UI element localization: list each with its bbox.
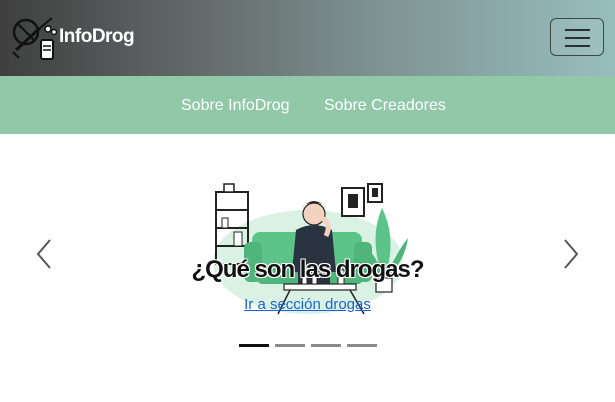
nav-links-bar: Sobre InfoDrog Sobre Creadores	[0, 76, 615, 134]
nav-link-sobre-creadores[interactable]: Sobre Creadores	[324, 97, 446, 115]
drug-pills-syringe-icon[interactable]	[10, 14, 58, 62]
hamburger-line	[565, 45, 590, 47]
hamburger-line	[565, 37, 590, 39]
carousel-indicator-2[interactable]	[275, 344, 305, 347]
carousel: ¿Qué son las drogas? Ir a sección drogas	[0, 134, 615, 402]
carousel-indicator-3[interactable]	[311, 344, 341, 347]
top-navbar: InfoDrog	[0, 0, 615, 76]
slide-link[interactable]: Ir a sección drogas	[0, 296, 615, 313]
carousel-indicator-4[interactable]	[347, 344, 377, 347]
hamburger-line	[565, 29, 590, 31]
chevron-right-icon[interactable]	[561, 238, 581, 270]
chevron-left-icon[interactable]	[34, 238, 54, 270]
nav-link-sobre-infodrog[interactable]: Sobre InfoDrog	[181, 97, 290, 115]
brand-name[interactable]: InfoDrog	[59, 26, 135, 48]
slide-title: ¿Qué son las drogas?	[191, 256, 424, 283]
carousel-indicator-1[interactable]	[239, 344, 269, 347]
hamburger-menu-button[interactable]	[550, 18, 604, 56]
